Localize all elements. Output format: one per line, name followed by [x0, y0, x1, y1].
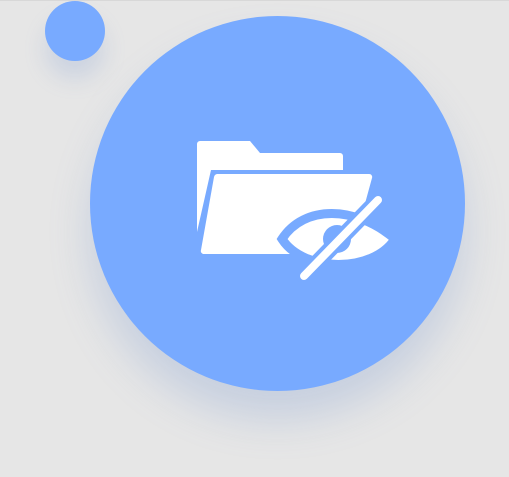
folder-hidden-icon — [192, 136, 402, 286]
canvas — [0, 0, 509, 477]
decorative-dot — [45, 1, 105, 61]
